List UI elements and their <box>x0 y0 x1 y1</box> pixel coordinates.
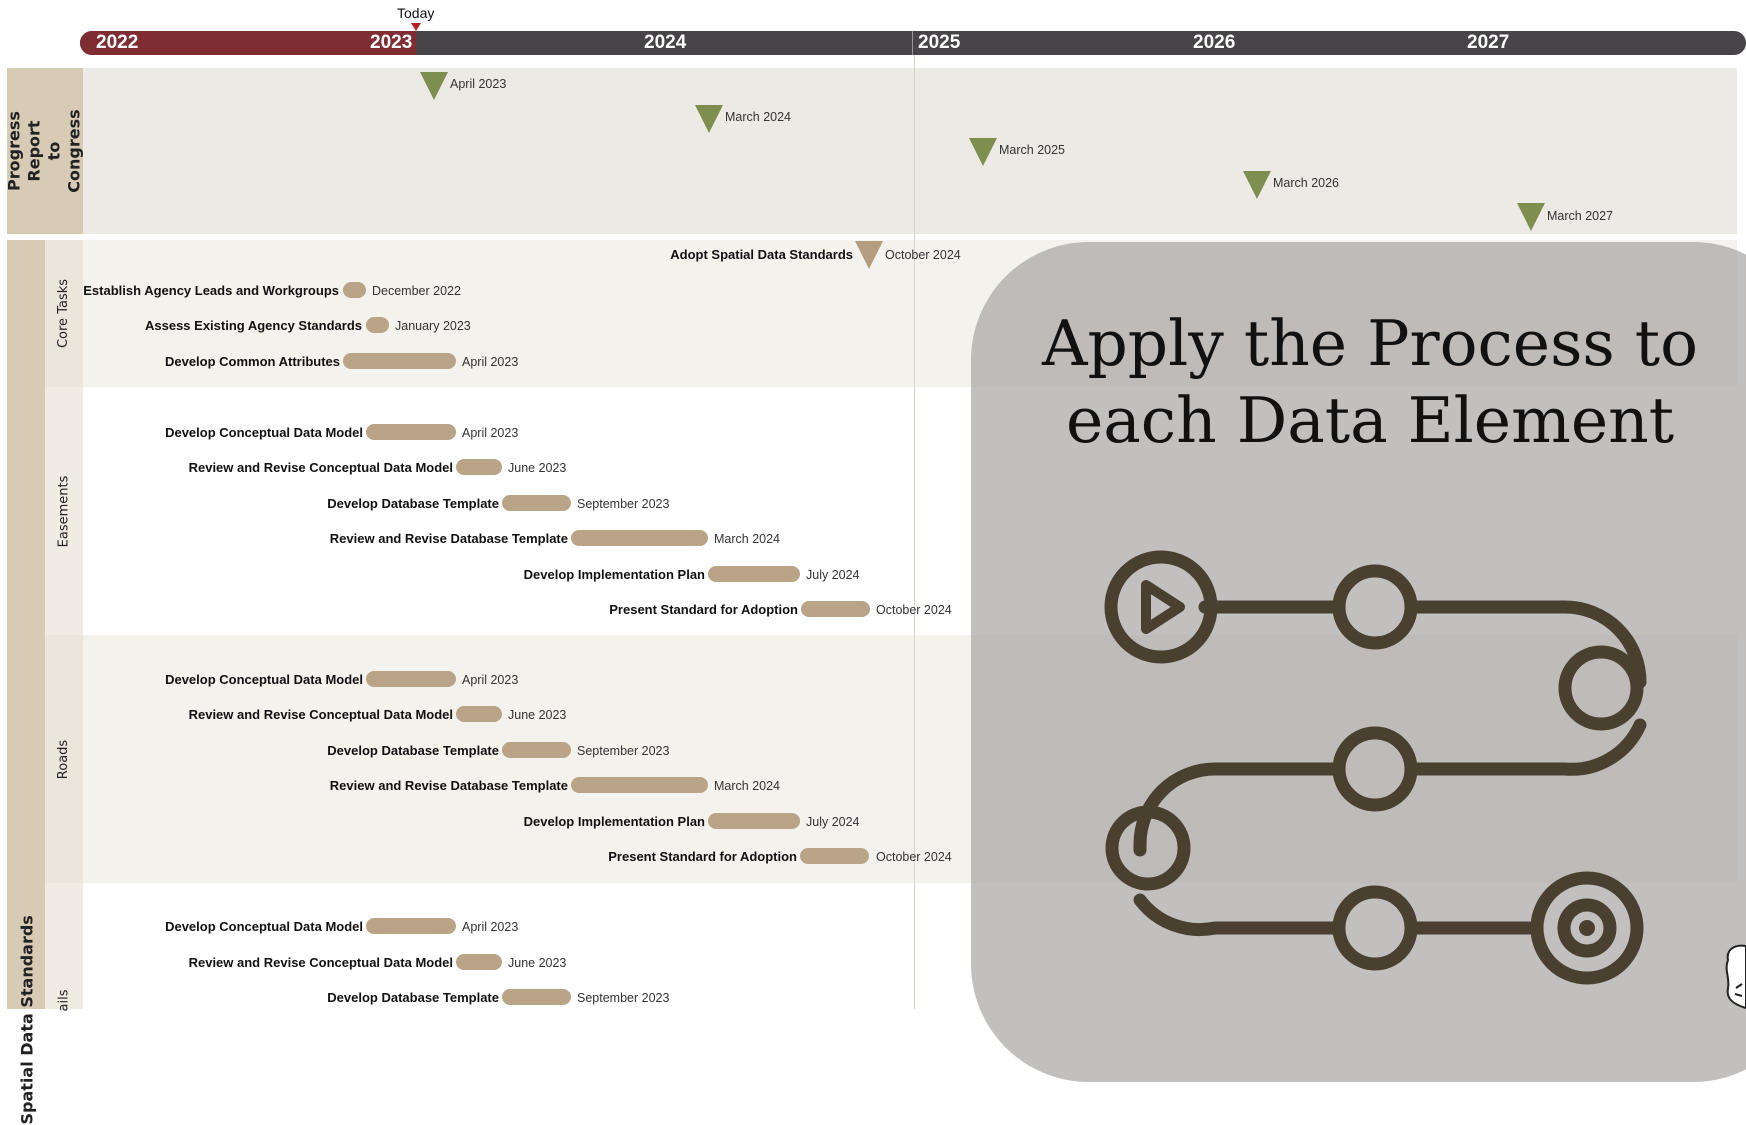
overlay-title-line2: each Data Element <box>1065 384 1675 457</box>
milestone-marker <box>1243 171 1271 199</box>
task-date: June 2023 <box>508 461 567 475</box>
core-milestone-name: Adopt Spatial Data Standards <box>670 247 853 262</box>
task-bar <box>502 495 571 511</box>
milestone-marker <box>1517 203 1545 231</box>
task-bar <box>801 601 870 617</box>
year-gridline <box>914 55 915 1009</box>
task-bar <box>456 706 502 722</box>
task-name: Review and Revise Conceptual Data Model <box>188 955 453 970</box>
task-name: Review and Revise Conceptual Data Model <box>188 460 453 475</box>
task-name: Develop Common Attributes <box>164 354 340 369</box>
milestone-date: March 2027 <box>1547 209 1614 223</box>
task-date: March 2024 <box>714 532 781 546</box>
milestone-date: March 2026 <box>1273 176 1340 190</box>
task-name: Develop Conceptual Data Model <box>165 919 363 934</box>
year-label-2024: 2024 <box>644 32 687 53</box>
task-bar <box>571 777 708 793</box>
task-date: July 2024 <box>806 815 860 829</box>
task-date: March 2024 <box>714 779 781 793</box>
progress-report-lane <box>83 68 1737 234</box>
task-name: Review and Revise Database Template <box>329 778 568 793</box>
task-bar <box>456 954 502 970</box>
task-bar <box>366 424 456 440</box>
task-name: Review and Revise Conceptual Data Model <box>188 707 453 722</box>
task-date: October 2024 <box>876 850 952 864</box>
task-date: July 2024 <box>806 568 860 582</box>
milestone-marker <box>420 72 448 100</box>
progress-report-label-box: Progress Report to Congress <box>5 68 84 234</box>
milestone-date: April 2023 <box>450 77 507 91</box>
task-bar <box>502 742 571 758</box>
task-date: April 2023 <box>462 673 519 687</box>
year-label-2022: 2022 <box>96 32 139 53</box>
year-label-2027: 2027 <box>1467 32 1510 53</box>
core-milestone-marker <box>855 241 883 269</box>
roads-label: Roads <box>56 739 72 779</box>
task-name: Develop Conceptual Data Model <box>165 425 363 440</box>
process-path-icon <box>1104 550 1647 985</box>
easements-label-box: Easements <box>45 387 83 635</box>
task-date: December 2022 <box>372 284 461 298</box>
task-date: June 2023 <box>508 956 567 970</box>
task-date: September 2023 <box>577 991 670 1005</box>
task-name: Review and Revise Database Template <box>329 531 568 546</box>
task-date: June 2023 <box>508 708 567 722</box>
milestone-marker <box>969 138 997 166</box>
year-label-2023: 2023 <box>370 32 413 53</box>
task-date: October 2024 <box>876 603 952 617</box>
task-bar <box>571 530 708 546</box>
spatial-data-standards-label-box: Spatial Data Standards <box>7 240 45 1125</box>
task-date: January 2023 <box>395 319 471 333</box>
task-bar <box>708 813 800 829</box>
task-name: Develop Conceptual Data Model <box>165 672 363 687</box>
year-label-2026: 2026 <box>1193 32 1236 53</box>
task-bar <box>366 918 456 934</box>
roads-label-box: Roads <box>45 635 83 883</box>
easements-label: Easements <box>56 475 72 547</box>
milestone-marker <box>695 105 723 133</box>
today-label: Today <box>397 5 435 21</box>
task-date: April 2023 <box>462 355 519 369</box>
progress-report-label: Progress Report to Congress <box>5 109 84 193</box>
task-bar <box>708 566 800 582</box>
overlay-title: Apply the Process to each Data Element <box>985 305 1746 459</box>
timeline-bar: 2022 2023 2024 2025 2026 2027 <box>80 31 1746 55</box>
task-name: Develop Database Template <box>327 743 499 758</box>
task-date: April 2023 <box>462 920 519 934</box>
core-tasks-label: Core Tasks <box>56 278 72 349</box>
overlay-title-line1: Apply the Process to <box>1041 307 1699 380</box>
task-name: Present Standard for Adoption <box>608 849 797 864</box>
task-name: Establish Agency Leads and Workgroups <box>83 283 339 298</box>
milestone-date: March 2025 <box>999 143 1066 157</box>
task-name: Present Standard for Adoption <box>609 602 798 617</box>
task-name: Develop Database Template <box>327 990 499 1005</box>
milestone-date: March 2024 <box>725 110 792 124</box>
task-date: April 2023 <box>462 426 519 440</box>
task-name: Develop Database Template <box>327 496 499 511</box>
core-tasks-label-box: Core Tasks <box>45 240 83 387</box>
task-bar <box>502 989 571 1005</box>
trails-label-box: ails <box>45 883 83 1012</box>
core-milestone-date: October 2024 <box>885 248 961 262</box>
task-bar <box>800 848 869 864</box>
task-bar <box>343 282 366 298</box>
task-name: Develop Implementation Plan <box>523 567 705 582</box>
year-label-2025: 2025 <box>918 32 961 53</box>
task-bar <box>366 317 389 333</box>
task-date: September 2023 <box>577 744 670 758</box>
task-bar <box>343 353 456 369</box>
task-bar <box>456 459 502 475</box>
today-marker <box>411 23 421 31</box>
year-divider <box>912 31 913 55</box>
task-name: Develop Implementation Plan <box>523 814 705 829</box>
spatial-data-standards-label: Spatial Data Standards <box>17 915 37 1125</box>
task-bar <box>366 671 456 687</box>
partial-figure-graphic <box>1725 944 1746 1009</box>
task-name: Assess Existing Agency Standards <box>145 318 362 333</box>
task-date: September 2023 <box>577 497 670 511</box>
trails-label: ails <box>56 989 72 1012</box>
